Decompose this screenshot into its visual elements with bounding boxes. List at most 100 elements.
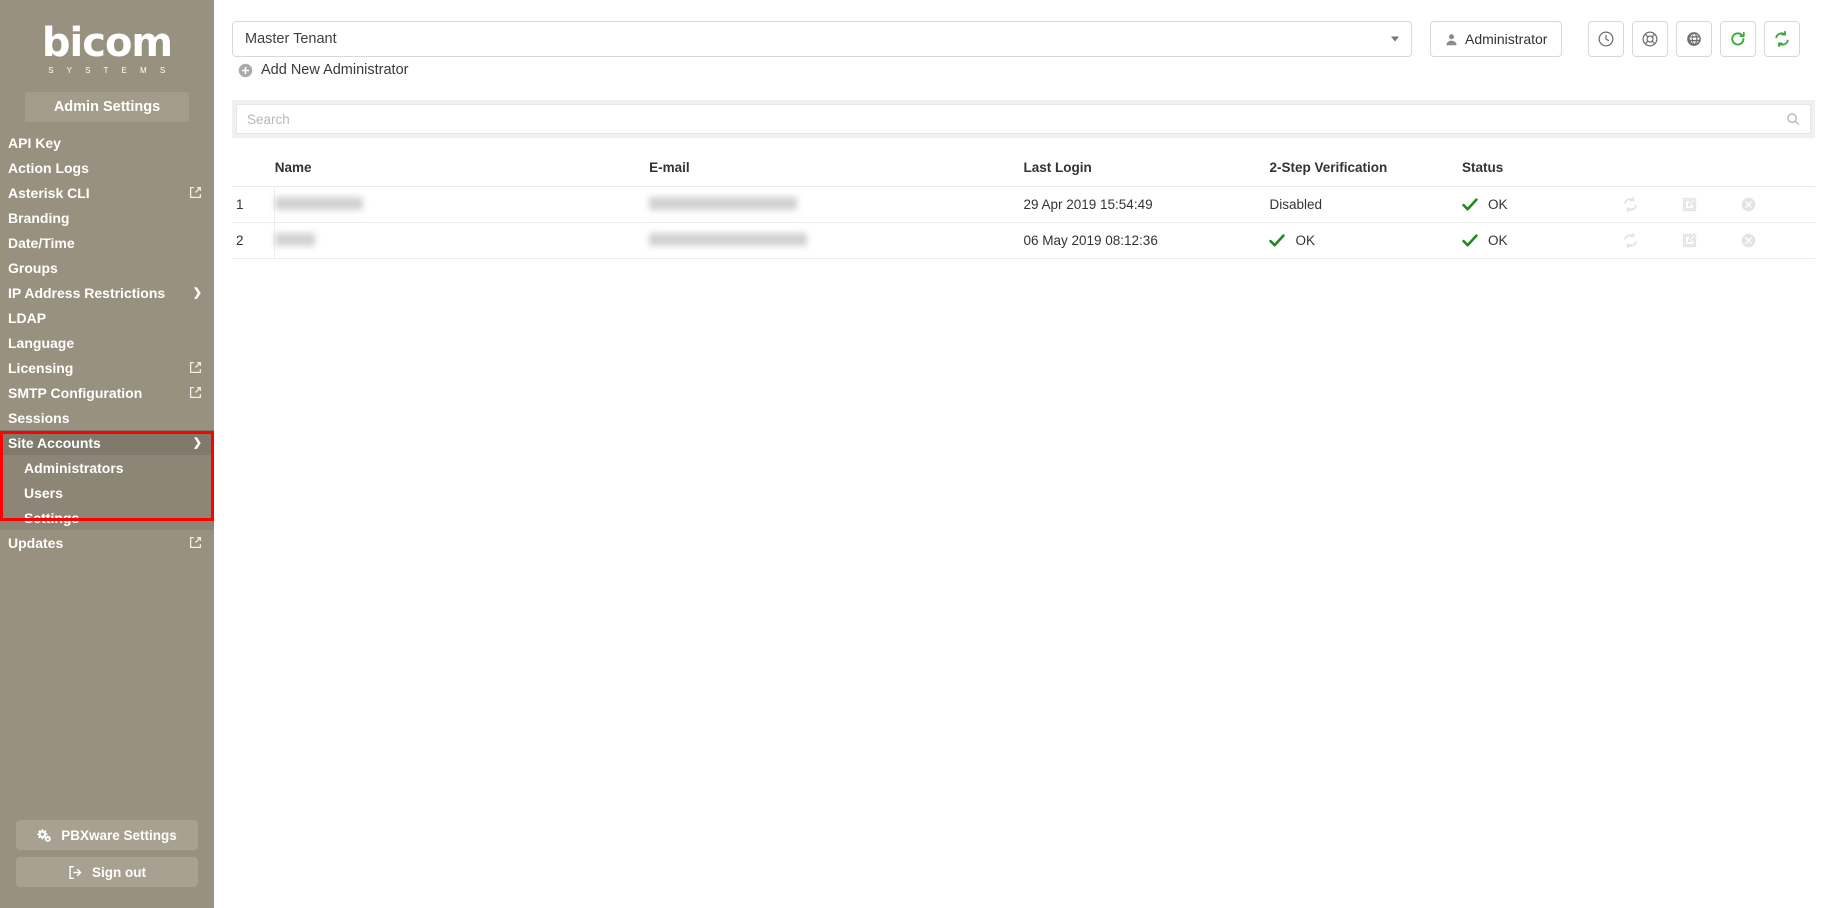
user-icon [1446,33,1457,45]
sidebar-item-label: Administrators [24,459,124,476]
sidebar-item-api-key[interactable]: API Key [0,130,214,155]
sidebar-item-label: SMTP Configuration [8,384,143,401]
table-header-row: Name E-mail Last Login 2-Step Verificati… [232,160,1815,187]
sign-out-icon [69,865,82,879]
sync-icon[interactable] [1622,232,1639,249]
row-status: OK [1461,222,1623,259]
external-link-icon [189,536,202,549]
external-link-icon [189,186,202,199]
sidebar-item-ip-address-restrictions[interactable]: IP Address Restrictions ❯ [0,280,214,305]
row-actions [1622,222,1815,259]
brand-logo[interactable]: bicom S Y S T E M S [0,0,214,92]
row-status: OK [1461,186,1623,223]
administrator-button[interactable]: Administrator [1430,21,1563,57]
sidebar-item-label: Date/Time [8,234,75,251]
sidebar-nav: API Key Action Logs Asterisk CLI Brandin… [0,130,214,555]
sidebar-item-label: IP Address Restrictions [8,284,166,301]
row-email [649,186,1024,223]
table-header: Name E-mail Last Login 2-Step Verificati… [232,160,1815,187]
sync-icon[interactable] [1622,196,1639,213]
sidebar-item-label: Updates [8,534,64,551]
row-2step-value: OK [1295,233,1315,248]
delete-icon[interactable] [1740,196,1757,213]
tenant-select-value: Master Tenant [245,31,337,47]
row-name [274,222,650,259]
search-input-wrapper[interactable] [236,104,1811,134]
sidebar-item-label: LDAP [8,309,47,326]
edit-icon[interactable] [1681,232,1698,249]
topbar-icon-buttons [1588,21,1801,57]
search-input[interactable] [247,111,1786,127]
pbxware-settings-label: PBXware Settings [61,827,177,843]
sidebar-item-action-logs[interactable]: Action Logs [0,155,214,180]
sign-out-label: Sign out [92,864,146,880]
redacted-name [275,196,364,210]
column-header-2step-verification[interactable]: 2-Step Verification [1269,160,1462,187]
sidebar-item-label: Branding [8,209,70,226]
sidebar-item-label: Sessions [8,409,70,426]
delete-icon[interactable] [1740,232,1757,249]
sidebar-item-label: API Key [8,134,61,151]
column-header-last-login[interactable]: Last Login [1023,160,1270,187]
sidebar-item-label: Language [8,334,75,351]
sidebar-footer: PBXware Settings Sign out [0,820,214,894]
sidebar-item-ldap[interactable]: LDAP [0,305,214,330]
table-row[interactable]: 1 29 Apr 2019 15:54:49 Disabled OK [232,186,1815,223]
sidebar-item-settings[interactable]: Settings [0,505,214,530]
row-2step: OK [1269,222,1462,259]
check-icon [1462,198,1478,211]
administrators-table: Name E-mail Last Login 2-Step Verificati… [232,160,1815,259]
chevron-down-icon [1391,36,1399,42]
row-index: 2 [232,222,275,259]
sidebar-item-label: Settings [24,509,80,526]
chevron-right-icon: ❯ [192,287,202,299]
column-header-status[interactable]: Status [1461,160,1623,187]
edit-icon[interactable] [1681,196,1698,213]
sidebar-item-label: Site Accounts [8,434,101,451]
search-icon[interactable] [1786,112,1800,126]
external-link-icon [189,386,202,399]
globe-icon [1687,32,1702,46]
sidebar-item-label: Licensing [8,359,74,376]
pbxware-settings-button[interactable]: PBXware Settings [16,820,198,850]
sidebar-item-label: Users [24,484,63,501]
sidebar-item-licensing[interactable]: Licensing [0,355,214,380]
sidebar: bicom S Y S T E M S Admin Settings API K… [0,0,214,908]
sidebar-item-administrators[interactable]: Administrators [0,455,214,480]
sidebar-item-site-accounts[interactable]: Site Accounts ❯ [0,430,214,455]
globe-icon-button[interactable] [1676,21,1713,57]
add-new-administrator-label: Add New Administrator [261,62,409,78]
column-header-email[interactable]: E-mail [649,160,1024,187]
column-header-name[interactable]: Name [274,160,650,187]
redacted-name [275,232,316,246]
sidebar-item-date-time[interactable]: Date/Time [0,230,214,255]
row-email [649,222,1024,259]
main-content: Master Tenant Administrator Add New Admi… [214,0,1833,908]
row-2step: Disabled [1269,186,1462,223]
lifebuoy-icon-button[interactable] [1632,21,1669,57]
sidebar-item-groups[interactable]: Groups [0,255,214,280]
sidebar-item-asterisk-cli[interactable]: Asterisk CLI [0,180,214,205]
sidebar-item-language[interactable]: Language [0,330,214,355]
external-link-icon [189,361,202,374]
app-root: bicom S Y S T E M S Admin Settings API K… [0,0,1833,908]
row-status-value: OK [1487,197,1508,212]
row-index: 1 [232,186,275,223]
sync-icon [1775,30,1790,48]
sidebar-item-smtp-configuration[interactable]: SMTP Configuration [0,380,214,405]
row-actions [1622,186,1815,223]
sidebar-item-updates[interactable]: Updates [0,530,214,555]
sync-icon-button[interactable] [1764,21,1801,57]
reload-icon-button[interactable] [1720,21,1757,57]
sidebar-item-branding[interactable]: Branding [0,205,214,230]
clock-icon-button[interactable] [1588,21,1625,57]
logo-tagline: S Y S T E M S [48,66,171,75]
add-new-administrator-link[interactable]: Add New Administrator [232,62,1833,78]
table-row[interactable]: 2 06 May 2019 08:12:36 OK OK [232,222,1815,259]
tenant-select[interactable]: Master Tenant [232,21,1412,57]
sidebar-item-users[interactable]: Users [0,480,214,505]
table-body: 1 29 Apr 2019 15:54:49 Disabled OK 2 06 … [232,186,1815,259]
sidebar-item-sessions[interactable]: Sessions [0,405,214,430]
administrator-button-label: Administrator [1465,31,1548,47]
sign-out-button[interactable]: Sign out [16,857,198,887]
